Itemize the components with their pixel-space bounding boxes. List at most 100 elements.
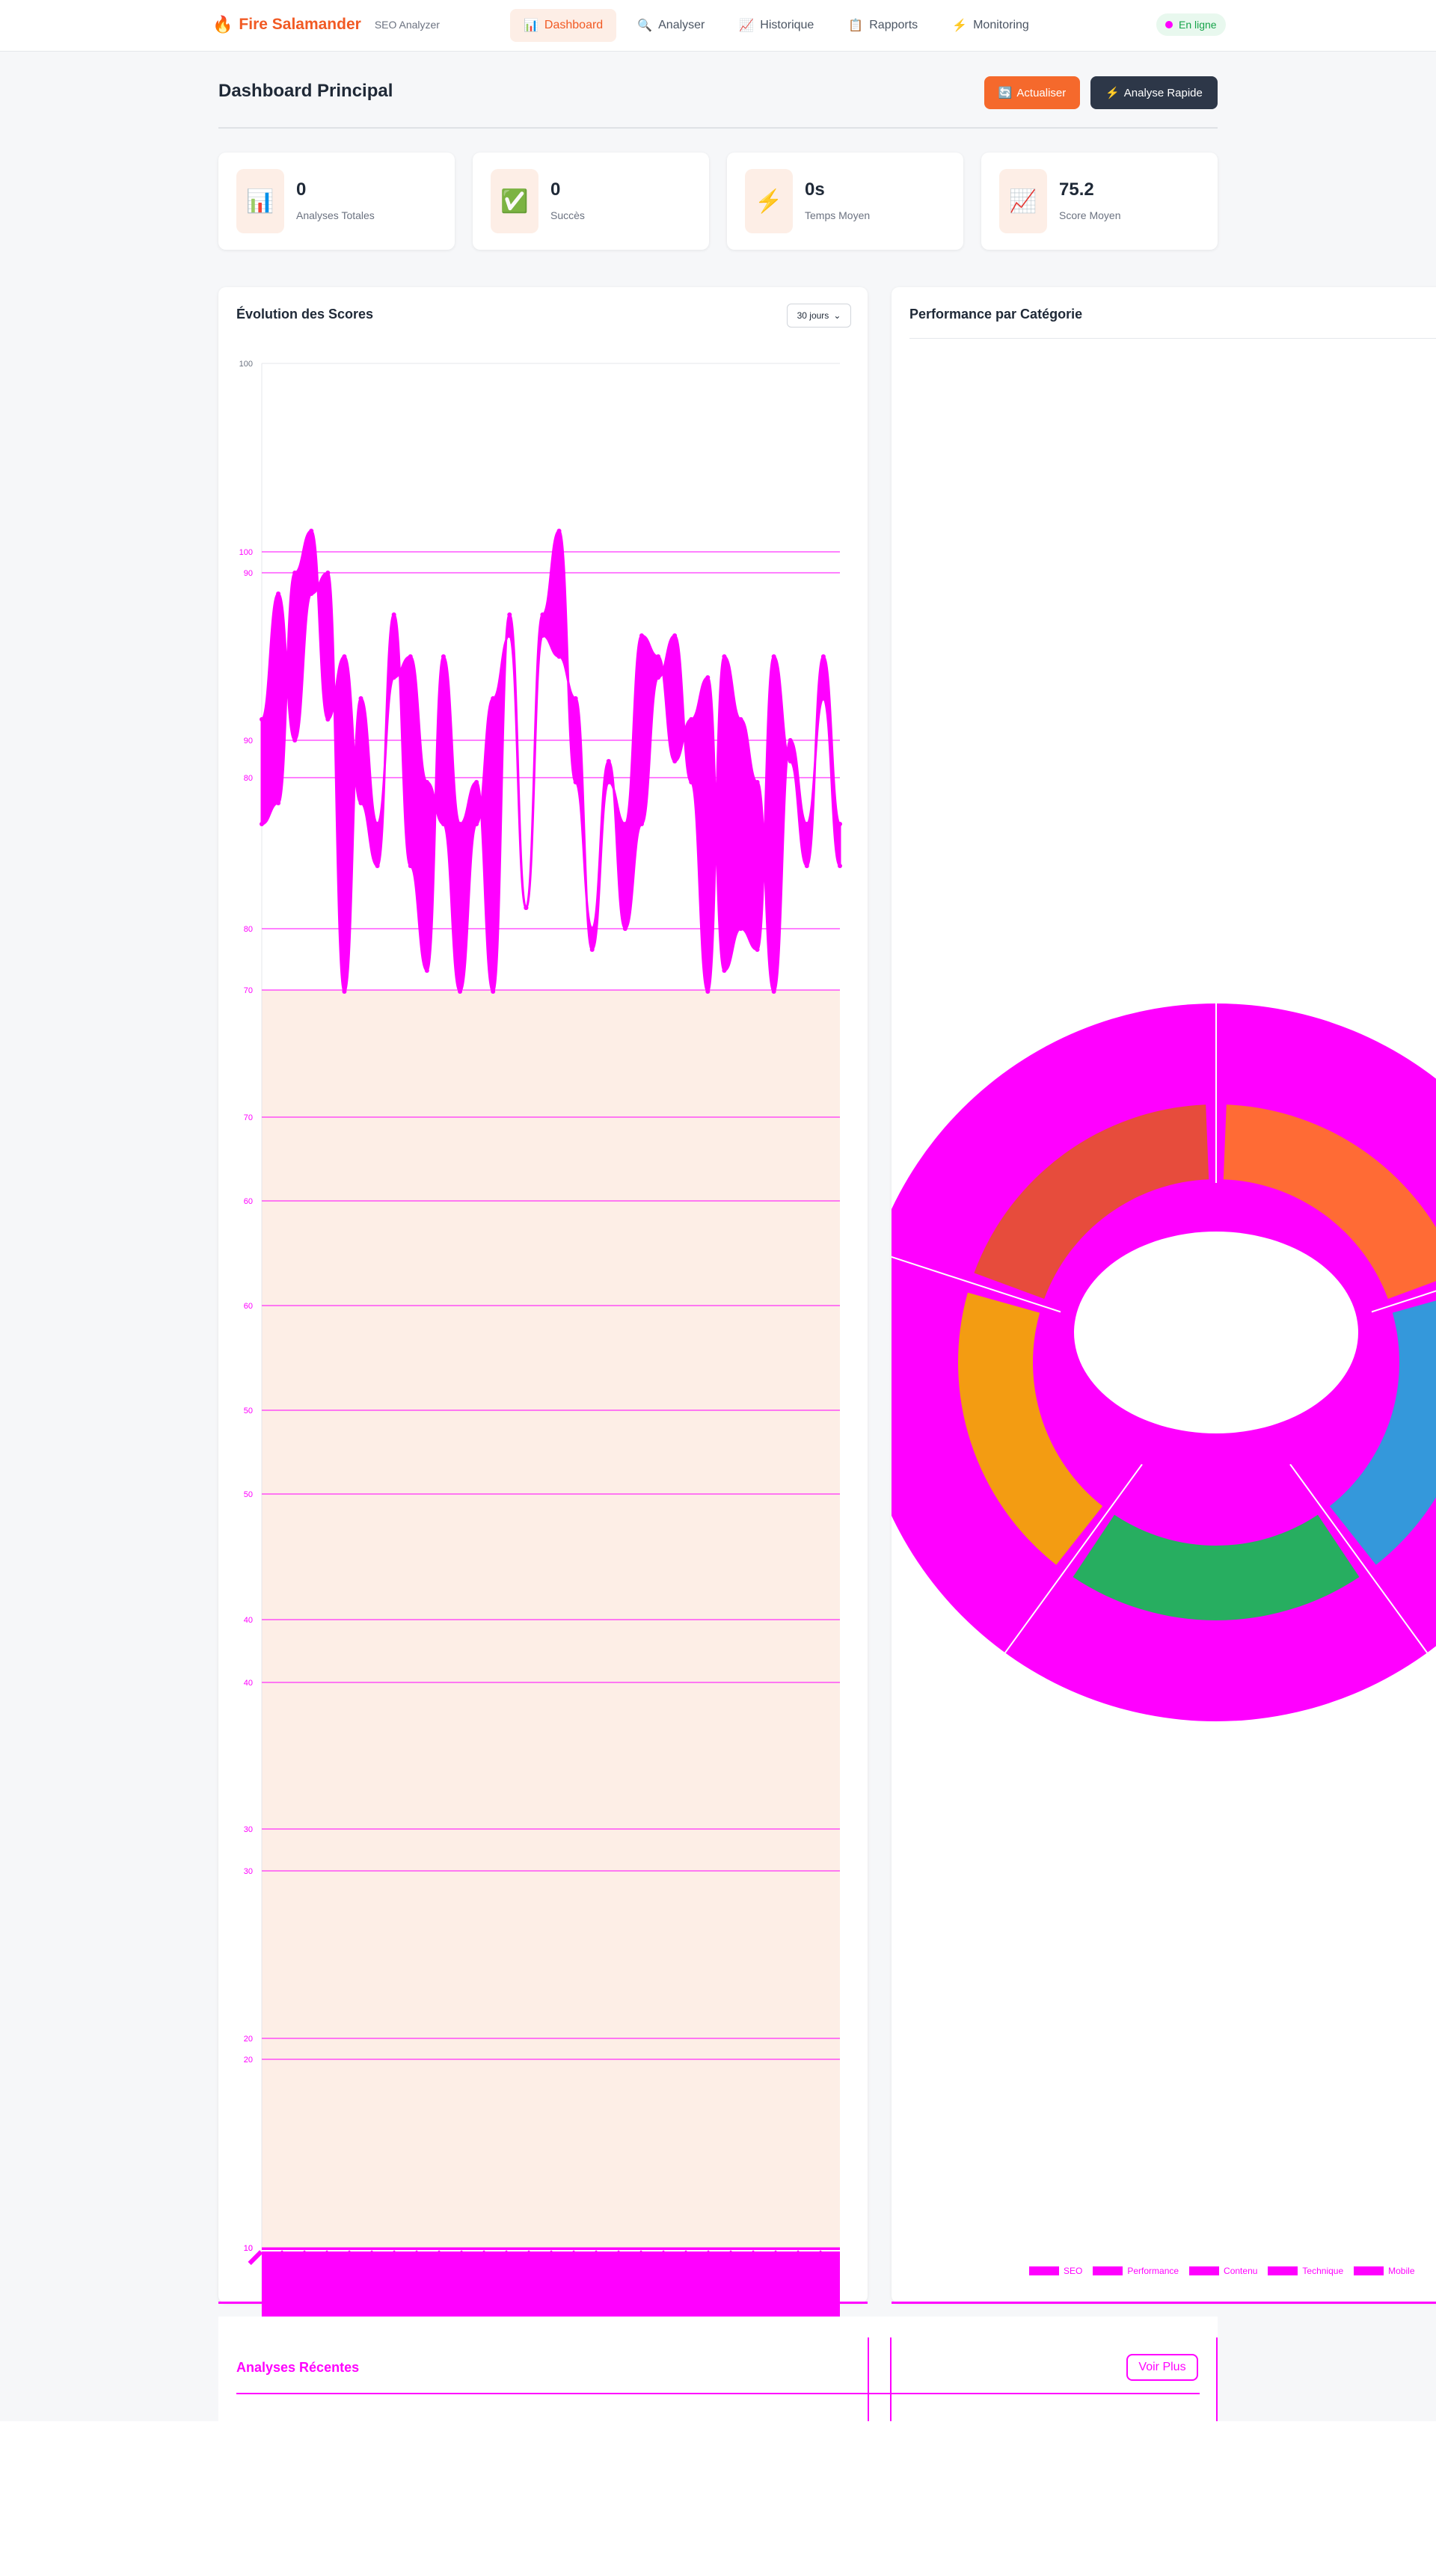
data-point bbox=[573, 696, 578, 701]
y-tick-label: 30 bbox=[244, 1867, 253, 1876]
legend-swatch bbox=[1093, 2266, 1123, 2275]
legend-swatch bbox=[1189, 2266, 1220, 2275]
data-point bbox=[408, 654, 413, 659]
data-point bbox=[788, 759, 793, 763]
data-point bbox=[491, 989, 496, 994]
score-card-bottom-border bbox=[218, 2302, 868, 2304]
data-point bbox=[458, 989, 463, 994]
data-point bbox=[722, 654, 727, 659]
legend-item[interactable]: SEO bbox=[1029, 2266, 1082, 2276]
legend-item[interactable]: Performance bbox=[1093, 2266, 1179, 2276]
data-point bbox=[375, 864, 380, 868]
recent-analyses-title: Analyses Récentes bbox=[236, 2360, 360, 2375]
y-tick-label: 40 bbox=[244, 1616, 253, 1625]
data-point bbox=[391, 675, 396, 680]
legend-item[interactable]: Technique bbox=[1268, 2266, 1343, 2276]
legend-label: Technique bbox=[1302, 2266, 1344, 2276]
data-point bbox=[738, 926, 743, 931]
data-point bbox=[573, 780, 578, 784]
data-point bbox=[672, 633, 678, 638]
data-point bbox=[540, 633, 545, 638]
recent-divider bbox=[236, 2393, 1200, 2394]
data-point bbox=[441, 822, 446, 826]
data-point bbox=[474, 822, 479, 826]
data-point bbox=[292, 571, 298, 575]
y-tick-label: 40 bbox=[244, 1679, 253, 1688]
y-tick-label: 20 bbox=[244, 2035, 253, 2044]
data-point bbox=[524, 906, 529, 910]
y-tick-label: 10 bbox=[244, 2244, 253, 2253]
data-point bbox=[838, 822, 842, 826]
legend-label: Performance bbox=[1127, 2266, 1179, 2276]
category-chart-divider bbox=[909, 338, 1436, 339]
data-point bbox=[276, 801, 281, 805]
data-point bbox=[540, 612, 545, 617]
y-tick-label: 50 bbox=[244, 1407, 253, 1415]
category-chart-title: Performance par Catégorie bbox=[909, 307, 1083, 322]
data-point bbox=[507, 633, 512, 638]
data-point bbox=[342, 654, 347, 659]
legend-swatch bbox=[1354, 2266, 1384, 2275]
legend-item[interactable]: Contenu bbox=[1189, 2266, 1257, 2276]
legend-swatch bbox=[1268, 2266, 1298, 2275]
data-point bbox=[375, 822, 380, 826]
category-legend: SEO Performance Contenu Technique Mobile bbox=[1029, 2266, 1415, 2276]
y-tick-label: 70 bbox=[244, 1113, 253, 1122]
data-point bbox=[325, 717, 331, 722]
recent-analyses-card bbox=[218, 2317, 1218, 2421]
data-point bbox=[474, 780, 479, 784]
legend-label: SEO bbox=[1064, 2266, 1083, 2276]
y-tick-label: 30 bbox=[244, 1825, 253, 1834]
data-point bbox=[820, 696, 826, 701]
data-point bbox=[309, 591, 314, 596]
data-point bbox=[656, 654, 661, 659]
card-edge-line bbox=[868, 2337, 869, 2421]
y-tick-label: 60 bbox=[244, 1302, 253, 1311]
data-point bbox=[589, 926, 595, 931]
data-point bbox=[689, 780, 694, 784]
data-point bbox=[622, 926, 628, 931]
y-tick-label: 80 bbox=[244, 925, 253, 934]
y-tick-label: 100 bbox=[239, 548, 253, 557]
card-edge-line bbox=[1216, 2337, 1218, 2421]
y-tick-label: 90 bbox=[244, 737, 253, 746]
data-point bbox=[556, 529, 562, 533]
data-point bbox=[458, 822, 463, 826]
data-point bbox=[589, 947, 595, 952]
see-more-button[interactable]: Voir Plus bbox=[1126, 2354, 1198, 2381]
data-point bbox=[424, 968, 429, 973]
data-point bbox=[276, 591, 281, 596]
data-point bbox=[408, 864, 413, 868]
data-point bbox=[292, 738, 298, 743]
data-point bbox=[342, 989, 347, 994]
data-point bbox=[722, 968, 727, 973]
data-point bbox=[358, 801, 363, 805]
legend-label: Mobile bbox=[1388, 2266, 1415, 2276]
data-point bbox=[672, 759, 678, 763]
data-point bbox=[606, 759, 611, 763]
data-point bbox=[556, 654, 562, 659]
data-point bbox=[391, 612, 396, 617]
data-point bbox=[622, 822, 628, 826]
legend-item[interactable]: Mobile bbox=[1354, 2266, 1415, 2276]
y-tick-label: 20 bbox=[244, 2056, 253, 2065]
y-tick-label: 60 bbox=[244, 1197, 253, 1206]
data-point bbox=[260, 822, 264, 826]
y-tick-label: 50 bbox=[244, 1490, 253, 1499]
area-fill bbox=[262, 990, 840, 2421]
data-point bbox=[358, 696, 363, 701]
data-point bbox=[820, 654, 826, 659]
data-point bbox=[771, 989, 776, 994]
data-point bbox=[689, 717, 694, 722]
data-point bbox=[309, 529, 314, 533]
data-point bbox=[705, 675, 711, 680]
doughnut-hole bbox=[1074, 1232, 1358, 1433]
data-point bbox=[838, 864, 842, 868]
data-point bbox=[656, 675, 661, 680]
data-point bbox=[441, 654, 446, 659]
data-point bbox=[491, 696, 496, 701]
legend-swatch bbox=[1029, 2266, 1059, 2275]
data-point bbox=[325, 571, 331, 575]
y-tick-label: 100 bbox=[239, 360, 253, 369]
card-edge-line bbox=[890, 2337, 892, 2421]
